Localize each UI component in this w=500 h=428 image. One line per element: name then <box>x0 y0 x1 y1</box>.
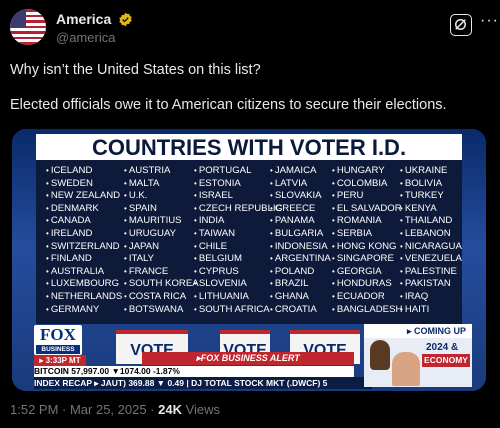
country-name: PAKISTAN <box>400 278 462 291</box>
country-name: THAILAND <box>400 215 462 228</box>
country-name: ARGENTINA <box>270 253 331 266</box>
country-name: SERBIA <box>332 228 402 241</box>
country-name: BOLIVIA <box>400 178 462 191</box>
verified-badge-icon <box>119 12 132 27</box>
post-timestamp[interactable]: 1:52 PM · Mar 25, 2025 · <box>10 402 158 417</box>
country-name: ECUADOR <box>332 291 402 304</box>
flag-canton <box>10 9 26 28</box>
country-name: VENEZUELA <box>400 253 462 266</box>
coming-up-label: ▸ COMING UP <box>364 324 472 338</box>
country-name: AUSTRALIA <box>46 266 122 279</box>
post-text-line2: Elected officials owe it to American cit… <box>10 97 447 113</box>
country-name: ITALY <box>124 253 199 266</box>
country-name: BRAZIL <box>270 278 331 291</box>
country-name: SLOVAKIA <box>270 190 331 203</box>
country-name: PANAMA <box>270 215 331 228</box>
country-name: IRAQ <box>400 291 462 304</box>
country-name: POLAND <box>270 266 331 279</box>
country-name: FINLAND <box>46 253 122 266</box>
country-name: SWEDEN <box>46 178 122 191</box>
country-name: GEORGIA <box>332 266 402 279</box>
fox-business-logo: FOX BUSINESS <box>34 325 82 355</box>
country-name: INDONESIA <box>270 241 331 254</box>
grok-icon[interactable] <box>450 14 472 36</box>
country-name: BULGARIA <box>270 228 331 241</box>
country-name: JAMAICA <box>270 165 331 178</box>
promo-year: 2024 & <box>426 342 459 353</box>
country-name: GREECE <box>270 203 331 216</box>
country-name: JAPAN <box>124 241 199 254</box>
avatar[interactable] <box>10 9 46 45</box>
country-name: NETHERLANDS <box>46 291 122 304</box>
country-column: AUSTRIAMALTAU.K.SPAINMAURITIUSURUGUAYJAP… <box>124 165 199 316</box>
view-count: 24K <box>158 402 182 417</box>
country-name: LEBANON <box>400 228 462 241</box>
graphic-board: COUNTRIES WITH VOTER I.D. ICELANDSWEDENN… <box>36 134 462 324</box>
bitcoin-ticker: BITCOIN 57,997.00 ▼1074.00 -1.87% <box>34 366 354 377</box>
country-name: CANADA <box>46 215 122 228</box>
country-name: DENMARK <box>46 203 122 216</box>
country-name: KENYA <box>400 203 462 216</box>
country-name: PERU <box>332 190 402 203</box>
country-column: ICELANDSWEDENNEW ZEALANDDENMARKCANADAIRE… <box>46 165 122 316</box>
country-name: SOUTH KOREA <box>124 278 199 291</box>
country-name: CROATIA <box>270 304 331 317</box>
country-name: GHANA <box>270 291 331 304</box>
post-media[interactable]: COUNTRIES WITH VOTER I.D. ICELANDSWEDENN… <box>12 129 486 391</box>
promo-portrait <box>392 352 420 386</box>
country-name: UKRAINE <box>400 165 462 178</box>
country-name: LUXEMBOURG <box>46 278 122 291</box>
account-handle[interactable]: @america <box>56 30 115 45</box>
country-name: TURKEY <box>400 190 462 203</box>
country-name: NICARAGUA <box>400 241 462 254</box>
country-name: COLOMBIA <box>332 178 402 191</box>
country-name: HONG KONG <box>332 241 402 254</box>
country-name: U.K. <box>124 190 199 203</box>
account-name-text[interactable]: America <box>56 11 111 27</box>
coming-up-promo: 2024 & ECONOMY <box>364 338 472 387</box>
country-name: COSTA RICA <box>124 291 199 304</box>
country-name: FRANCE <box>124 266 199 279</box>
country-name: HONDURAS <box>332 278 402 291</box>
country-column: HUNGARYCOLOMBIAPERUEL SALVADORROMANIASER… <box>332 165 403 317</box>
country-name: LATVIA <box>270 178 331 191</box>
broadcast-time: ▸ 3:33P MT <box>34 355 86 366</box>
promo-portrait <box>370 340 390 370</box>
country-name: GERMANY <box>46 304 122 317</box>
post-header: America @america ··· <box>10 8 498 48</box>
country-name: ICELAND <box>46 165 122 178</box>
index-recap-ticker: INDEX RECAP ▸ JAUT) 369.88 ▼ 0.49 | DJ T… <box>34 377 372 389</box>
country-name: SPAIN <box>124 203 199 216</box>
country-name: HAITI <box>400 304 462 317</box>
promo-label: ECONOMY <box>422 354 470 367</box>
country-name: PALESTINE <box>400 266 462 279</box>
logo-text: FOX <box>40 325 76 344</box>
board-title: COUNTRIES WITH VOTER I.D. <box>36 134 462 160</box>
country-name: NEW ZEALAND <box>46 190 122 203</box>
country-name: AUSTRIA <box>124 165 199 178</box>
post-text-line1: Why isn’t the United States on this list… <box>10 62 261 78</box>
country-name: BOTSWANA <box>124 304 199 317</box>
country-name: EL SALVADOR <box>332 203 402 216</box>
views-label: Views <box>181 402 221 417</box>
country-name: ROMANIA <box>332 215 402 228</box>
post-footer: 1:52 PM · Mar 25, 2025 · 24K Views <box>10 402 220 417</box>
country-column: JAMAICALATVIASLOVAKIAGREECEPANAMABULGARI… <box>270 165 331 316</box>
country-name: IRELAND <box>46 228 122 241</box>
country-column: UKRAINEBOLIVIATURKEYKENYATHAILANDLEBANON… <box>400 165 462 316</box>
account-name[interactable]: America <box>56 11 133 27</box>
country-name: BANGLADESH <box>332 304 403 317</box>
country-name: MALTA <box>124 178 199 191</box>
country-name: SWITZERLAND <box>46 241 122 254</box>
country-name: HUNGARY <box>332 165 402 178</box>
country-name: MAURITIUS <box>124 215 199 228</box>
logo-subtext: BUSINESS <box>36 345 80 354</box>
country-name: URUGUAY <box>124 228 199 241</box>
country-name: SINGAPORE <box>332 253 402 266</box>
more-options-icon[interactable]: ··· <box>480 12 499 30</box>
business-alert-banner: ▸FOX BUSINESS ALERT <box>142 352 354 365</box>
